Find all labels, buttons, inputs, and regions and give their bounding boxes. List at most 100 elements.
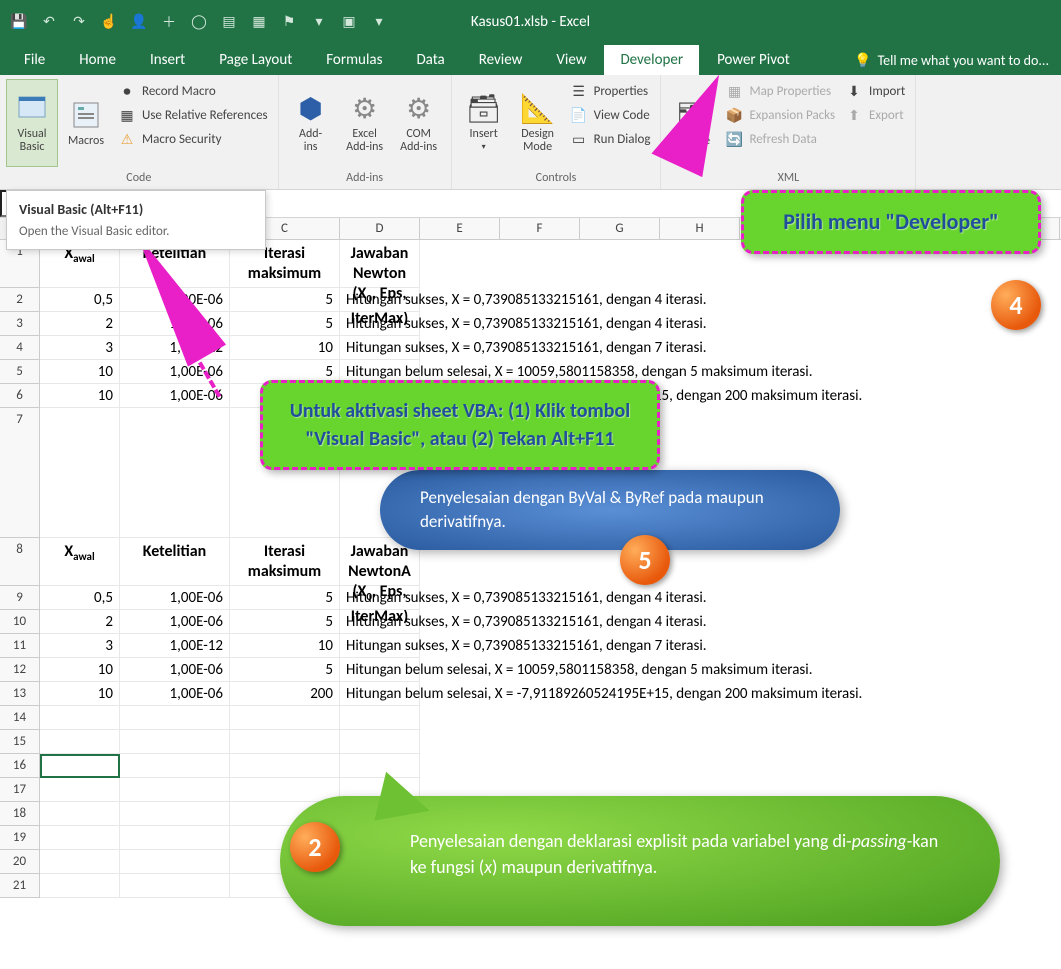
cell[interactable] [230, 754, 340, 778]
run-dialog-button[interactable]: ▭Run Dialog [566, 127, 655, 151]
cell[interactable]: 10 [230, 336, 340, 360]
com-addins-button[interactable]: ⚙COM Add-ins [393, 79, 445, 167]
qat-flag-icon[interactable]: ⚑ [276, 9, 302, 35]
cell[interactable]: 5 [230, 610, 340, 634]
cell[interactable] [120, 730, 230, 754]
cell[interactable] [120, 874, 230, 898]
cell[interactable]: 3 [40, 634, 120, 658]
col-F[interactable]: F [500, 218, 580, 239]
cell[interactable] [40, 778, 120, 802]
cell[interactable] [340, 706, 420, 730]
cell[interactable]: Hitungan sukses, X = 0,739085133215161, … [340, 634, 420, 658]
row-header[interactable]: 9 [0, 586, 40, 610]
row-header[interactable]: 8 [0, 538, 40, 586]
cell[interactable] [120, 706, 230, 730]
cell[interactable] [40, 706, 120, 730]
cell[interactable] [40, 874, 120, 898]
cell[interactable]: 2 [40, 610, 120, 634]
tab-review[interactable]: Review [463, 45, 539, 75]
cell[interactable]: 3 [40, 336, 120, 360]
cell[interactable]: 10 [40, 682, 120, 706]
tab-page-layout[interactable]: Page Layout [203, 45, 308, 75]
tab-home[interactable]: Home [63, 45, 132, 75]
qat-circle-icon[interactable]: ◯ [186, 9, 212, 35]
cell[interactable] [40, 754, 120, 778]
cell[interactable]: 10 [40, 658, 120, 682]
row-header[interactable]: 3 [0, 312, 40, 336]
row-header[interactable]: 15 [0, 730, 40, 754]
cell[interactable] [230, 706, 340, 730]
tab-formulas[interactable]: Formulas [310, 45, 398, 75]
tab-view[interactable]: View [540, 45, 602, 75]
col-G[interactable]: G [580, 218, 660, 239]
addins-button[interactable]: ⬢Add- ins [285, 79, 337, 167]
cell[interactable] [120, 826, 230, 850]
cell[interactable]: Hitungan sukses, X = 0,739085133215161, … [340, 586, 420, 610]
cell[interactable]: 10 [230, 634, 340, 658]
row-header[interactable]: 2 [0, 288, 40, 312]
cell[interactable]: 10 [40, 384, 120, 408]
cell[interactable]: Hitungan belum selesai, X = -7,911892605… [340, 682, 420, 706]
insert-control-button[interactable]: 🗃Insert▾ [458, 79, 510, 167]
expansion-packs-button[interactable]: 📦Expansion Packs [721, 103, 839, 127]
row-header[interactable]: 12 [0, 658, 40, 682]
view-code-button[interactable]: 📄View Code [566, 103, 655, 127]
tab-power-pivot[interactable]: Power Pivot [701, 45, 806, 75]
cell[interactable]: Hitungan belum selesai, X = 10059,580115… [340, 658, 420, 682]
tab-data[interactable]: Data [400, 45, 460, 75]
qat-redo-icon[interactable]: ↷ [66, 9, 92, 35]
cell[interactable]: 1,00E-12 [120, 634, 230, 658]
cell[interactable]: Hitungan sukses, X = 0,739085133215161, … [340, 336, 420, 360]
record-macro-button[interactable]: ⏺Record Macro [114, 79, 272, 103]
cell[interactable]: Iterasi maksimum [230, 538, 340, 586]
row-header[interactable]: 11 [0, 634, 40, 658]
refresh-data-button[interactable]: 🔄Refresh Data [721, 127, 839, 151]
cell[interactable]: 0,5 [40, 288, 120, 312]
cell[interactable] [120, 778, 230, 802]
qat-save-icon[interactable]: 💾 [6, 9, 32, 35]
qat-view-icon[interactable]: ▤ [216, 9, 242, 35]
row-header[interactable]: 5 [0, 360, 40, 384]
cell[interactable]: 1,00E-06 [120, 682, 230, 706]
qat-down-icon[interactable]: ▾ [306, 9, 332, 35]
row-header[interactable]: 10 [0, 610, 40, 634]
cell[interactable]: Ketelitian [120, 538, 230, 586]
row-header[interactable]: 19 [0, 826, 40, 850]
macros-button[interactable]: Macros [60, 79, 112, 167]
excel-addins-button[interactable]: ⚙Excel Add-ins [339, 79, 391, 167]
cell[interactable]: 5 [230, 288, 340, 312]
tell-me-search[interactable]: 💡 Tell me what you want to do... [842, 46, 1061, 75]
cell[interactable]: Hitungan sukses, X = 0,739085133215161, … [340, 610, 420, 634]
cell[interactable]: 5 [230, 586, 340, 610]
cell[interactable]: 1,00E-06 [120, 610, 230, 634]
col-E[interactable]: E [420, 218, 500, 239]
cell[interactable] [120, 850, 230, 874]
cell[interactable] [40, 826, 120, 850]
tab-insert[interactable]: Insert [134, 45, 201, 75]
qat-plus-icon[interactable]: ＋ [156, 9, 182, 35]
visual-basic-button[interactable]: Visual Basic [6, 79, 58, 167]
xml-import-button[interactable]: ⬇Import [841, 79, 909, 103]
cell[interactable]: 1,00E-06 [120, 658, 230, 682]
row-header[interactable]: 18 [0, 802, 40, 826]
macro-security-button[interactable]: ⚠Macro Security [114, 127, 272, 151]
row-header[interactable]: 20 [0, 850, 40, 874]
cell[interactable] [40, 730, 120, 754]
tab-file[interactable]: File [8, 45, 61, 75]
cell[interactable] [40, 408, 120, 538]
qat-user-icon[interactable]: 👤 [126, 9, 152, 35]
xml-export-button[interactable]: ⬆Export [841, 103, 909, 127]
use-relative-references-button[interactable]: ▦Use Relative References [114, 103, 272, 127]
row-header[interactable]: 13 [0, 682, 40, 706]
cell[interactable] [230, 730, 340, 754]
cell[interactable] [40, 850, 120, 874]
cell[interactable]: 2 [40, 312, 120, 336]
row-header[interactable]: 17 [0, 778, 40, 802]
cell[interactable]: 0,5 [40, 586, 120, 610]
tab-developer[interactable]: Developer [604, 45, 699, 75]
design-mode-button[interactable]: 📐Design Mode [512, 79, 564, 167]
properties-button[interactable]: ☰Properties [566, 79, 655, 103]
row-header[interactable]: 14 [0, 706, 40, 730]
qat-undo-icon[interactable]: ↶ [36, 9, 62, 35]
cell[interactable]: 5 [230, 312, 340, 336]
